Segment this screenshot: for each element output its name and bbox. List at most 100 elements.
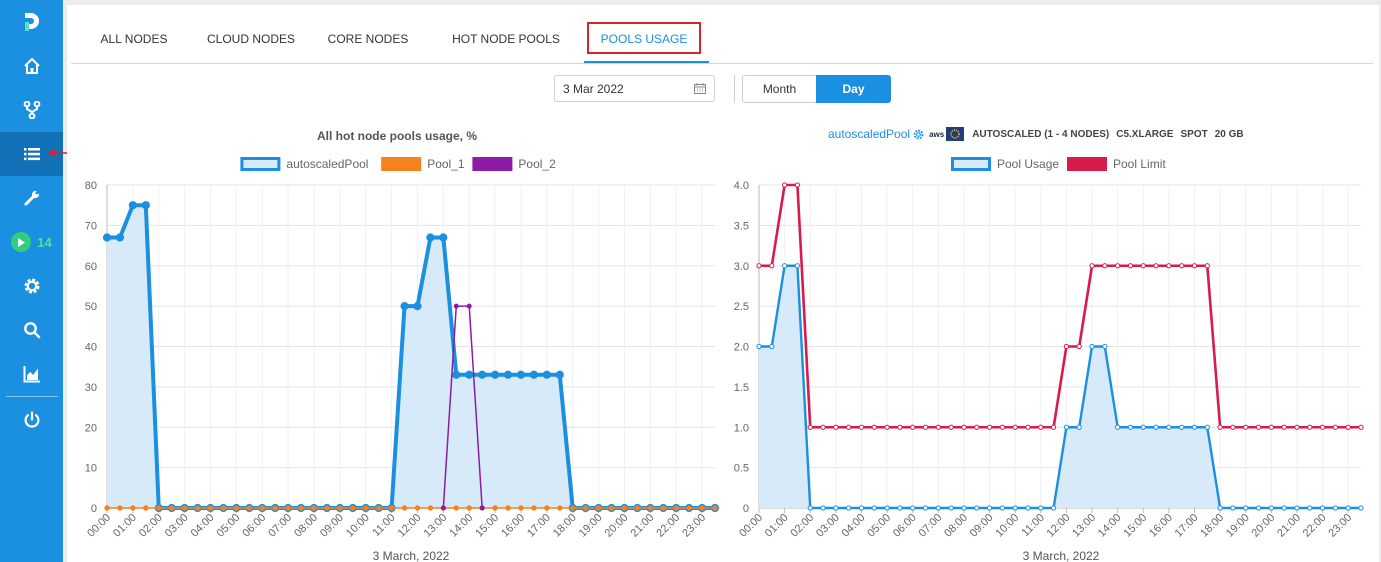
sidebar-item-home[interactable] (0, 44, 63, 88)
x-tick-label: 14:00 (447, 512, 475, 540)
tab-cloud-nodes[interactable]: CLOUD NODES (196, 21, 306, 61)
data-point (492, 505, 498, 511)
data-point (505, 505, 511, 511)
legend-swatch (240, 157, 281, 171)
sidebar-item-tools[interactable] (0, 176, 63, 220)
date-value: 3 Mar 2022 (563, 82, 624, 96)
sidebar-item-runs[interactable]: 14 (0, 220, 63, 264)
x-tick-label: 04:00 (840, 512, 868, 540)
y-tick-label: 0.5 (734, 463, 749, 475)
data-point (1140, 263, 1146, 269)
data-point (207, 505, 214, 511)
data-point (1038, 424, 1044, 430)
x-tick-label: 13:00 (1070, 512, 1098, 540)
legend-label: Pool Limit (1113, 157, 1166, 171)
data-point (1281, 505, 1287, 511)
data-point (935, 424, 941, 430)
sidebar-item-pipelines[interactable] (0, 88, 63, 132)
sidebar-item-search[interactable] (0, 308, 63, 352)
data-point (1230, 424, 1236, 430)
y-tick-label: 2.5 (734, 301, 749, 313)
data-point (503, 370, 513, 379)
y-tick-label: 20 (85, 422, 97, 434)
data-point (1268, 505, 1274, 511)
period-day-button[interactable]: Day (816, 75, 891, 103)
x-tick-label: 05:00 (215, 512, 243, 540)
data-point (439, 233, 448, 242)
data-point (1358, 505, 1364, 511)
data-point (699, 505, 705, 511)
active-runs-badge: 14 (11, 232, 52, 252)
sidebar-item-billing[interactable] (0, 352, 63, 396)
sidebar-item-logout[interactable] (0, 398, 63, 442)
tab-all-nodes[interactable]: ALL NODES (79, 21, 189, 61)
x-tick-label: 21:00 (1275, 512, 1303, 540)
data-point (794, 182, 801, 188)
data-point (156, 505, 162, 511)
y-tick-label: 3.5 (734, 220, 749, 232)
data-point (1217, 505, 1223, 511)
data-point (544, 505, 550, 511)
data-point (897, 505, 903, 511)
data-point (974, 505, 980, 511)
tab-highlight-box (587, 22, 701, 54)
data-point (1153, 263, 1159, 269)
tab-hot-node-pools[interactable]: HOT NODE POOLS (443, 21, 569, 61)
x-tick-label: 09:00 (968, 512, 996, 540)
data-point (298, 505, 304, 511)
calendar-icon[interactable] (694, 83, 706, 94)
data-point (961, 424, 967, 430)
data-point (440, 505, 446, 511)
y-tick-label: 4.0 (734, 180, 749, 192)
data-point (1012, 505, 1018, 511)
data-point (102, 233, 112, 242)
data-point (833, 424, 839, 430)
data-point (1166, 424, 1172, 430)
data-point (961, 505, 967, 511)
data-point (999, 505, 1005, 511)
x-tick-label: 01:00 (763, 512, 791, 540)
data-point (466, 505, 472, 511)
y-tick-label: 0 (91, 503, 97, 515)
active-tab-underline (584, 61, 709, 63)
legend-swatch (381, 157, 422, 171)
data-point (634, 505, 641, 511)
data-point (1127, 424, 1134, 430)
data-point (999, 424, 1005, 430)
power-icon (24, 411, 39, 428)
data-point (1127, 263, 1134, 269)
legend-swatch (1067, 157, 1107, 171)
data-point (141, 201, 150, 210)
data-point (1140, 424, 1146, 430)
data-point (647, 505, 654, 511)
period-month-button[interactable]: Month (742, 75, 817, 103)
x-tick-label: 11:00 (1020, 512, 1047, 539)
x-axis-label: 3 March, 2022 (373, 549, 450, 562)
data-point (820, 424, 826, 430)
data-point (1243, 424, 1249, 430)
data-point (285, 505, 291, 511)
data-point (871, 505, 877, 511)
y-tick-label: 10 (85, 463, 97, 475)
logo-icon (24, 13, 39, 31)
data-point (426, 233, 435, 242)
data-point (479, 505, 485, 511)
y-tick-label: 3.0 (734, 261, 749, 273)
data-point (516, 370, 526, 379)
tab-core-nodes[interactable]: CORE NODES (316, 21, 420, 61)
data-point (846, 505, 852, 511)
data-point (910, 505, 916, 511)
data-point (974, 424, 980, 430)
app-logo[interactable] (0, 0, 63, 44)
y-tick-label: 40 (85, 342, 97, 354)
x-tick-label: 01:00 (111, 512, 139, 540)
data-point (1076, 343, 1082, 350)
x-tick-label: 17:00 (525, 512, 553, 540)
series-autoscaledpool (102, 201, 720, 513)
date-picker-input[interactable]: 3 Mar 2022 (554, 75, 715, 102)
data-point (1102, 343, 1108, 350)
data-point (1089, 343, 1095, 350)
data-point (1076, 424, 1082, 430)
data-point (363, 505, 369, 511)
sidebar-item-settings[interactable] (0, 264, 63, 308)
